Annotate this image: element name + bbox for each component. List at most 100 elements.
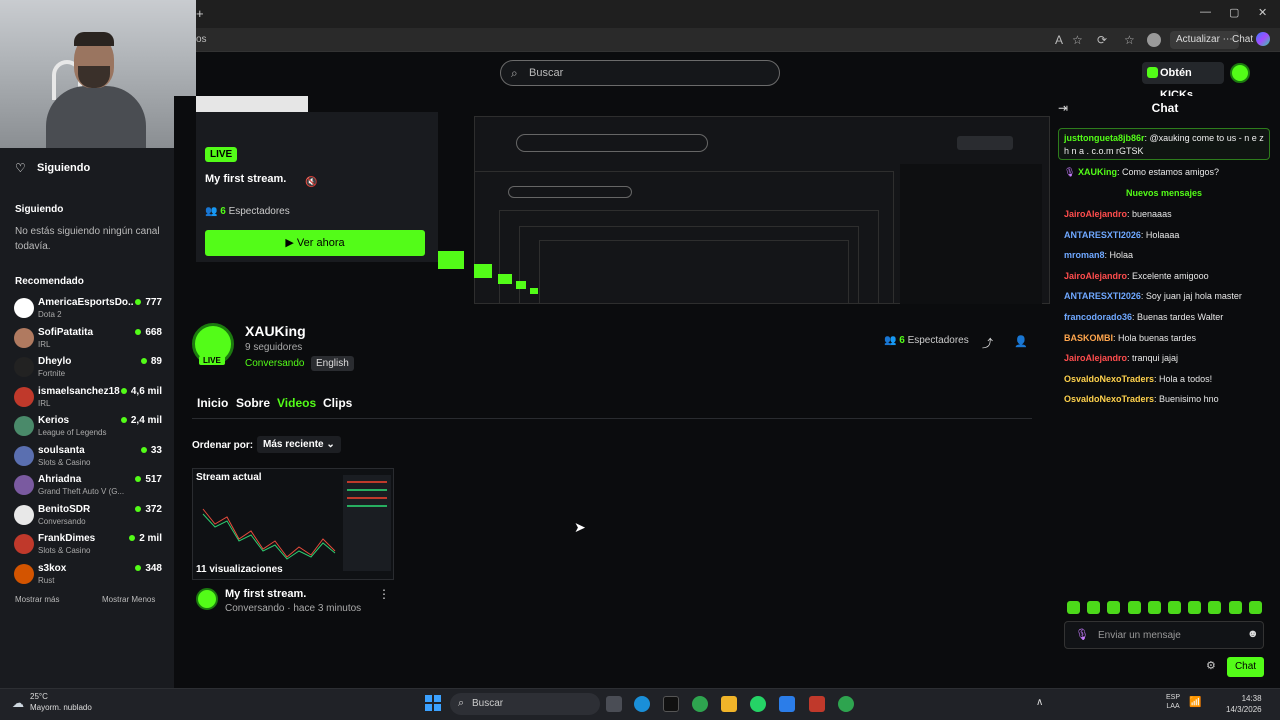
chat-input[interactable]: 🎙 Enviar un mensaje ☻	[1064, 621, 1264, 649]
watch-now-button[interactable]: ▶ Ver ahora	[205, 230, 425, 256]
language-indicator[interactable]: ESP LAA	[1166, 693, 1180, 711]
emote-icon[interactable]	[1248, 601, 1262, 614]
clock[interactable]: 14:38 14/3/2026	[1226, 693, 1262, 715]
sidebar-item[interactable]: ismaelsanchez18 IRL 4,6 mil	[14, 385, 166, 413]
emote-icon[interactable]	[1168, 601, 1181, 614]
sidebar-item[interactable]: s3kox Rust 348	[14, 562, 166, 590]
sidebar-item[interactable]: BenitoSDR Conversando 372	[14, 503, 166, 531]
address-text[interactable]: os	[196, 34, 207, 45]
whatsapp-icon[interactable]	[750, 696, 766, 712]
edge-icon[interactable]	[634, 696, 650, 712]
video-channel-avatar[interactable]	[196, 588, 218, 610]
sidebar-item[interactable]: Dheylo Fortnite 89	[14, 355, 166, 383]
following-header[interactable]: Siguiendo	[37, 162, 90, 174]
tab-videos[interactable]: Videos	[277, 396, 316, 410]
new-tab-icon[interactable]: +	[196, 6, 204, 21]
sidebar-viewers-count: 2,4 mil	[130, 415, 162, 426]
emote-icon[interactable]	[1228, 601, 1242, 614]
get-kicks-button[interactable]: Obtén KICKs	[1142, 62, 1224, 101]
read-aloud-icon[interactable]: A	[1055, 33, 1063, 47]
chat-username[interactable]: JairoAlejandro	[1064, 209, 1127, 219]
emote-icon[interactable]	[1067, 601, 1080, 614]
close-icon[interactable]: ✕	[1258, 6, 1267, 19]
wifi-icon[interactable]: 📶	[1189, 697, 1201, 708]
tradingview-icon[interactable]	[663, 696, 679, 712]
sidebar-viewers: 668	[135, 327, 162, 338]
copilot-chat-button[interactable]: Chat	[1232, 31, 1270, 49]
share-icon[interactable]: ⤴	[982, 335, 993, 351]
sidebar-item[interactable]: Ahriadna Grand Theft Auto V (G... 517	[14, 473, 166, 501]
sidebar-viewers: 2 mil	[129, 533, 162, 544]
search-input[interactable]: ⌕ Buscar	[500, 60, 780, 86]
sidebar-channel-name: AmericaEsportsDo...	[38, 297, 134, 308]
follow-icon[interactable]: 👤	[1014, 335, 1028, 348]
sort-select[interactable]: Más reciente ⌄	[257, 436, 341, 453]
sidebar-viewers-count: 668	[145, 326, 162, 338]
pinned-text: justtongueta8jb86r: @xauking come to us …	[1064, 132, 1266, 158]
chat-username[interactable]: BASKOMBI	[1064, 333, 1113, 343]
windows-start-icon[interactable]	[425, 695, 441, 711]
file-explorer-icon[interactable]	[721, 696, 737, 712]
video-tag: Stream actual	[196, 472, 262, 483]
tab-clips[interactable]: Clips	[323, 396, 352, 410]
chat-username[interactable]: mroman8	[1064, 250, 1105, 260]
live-dot-icon	[135, 564, 142, 571]
favorite-star-icon[interactable]: ☆	[1072, 33, 1083, 47]
extension-icon[interactable]: ⟳	[1097, 33, 1107, 47]
show-less-link[interactable]: Mostrar Menos	[102, 595, 155, 604]
streamer-user[interactable]: XAUKing	[1078, 167, 1117, 177]
sidebar-viewers: 89	[140, 356, 162, 367]
show-more-link[interactable]: Mostrar más	[15, 595, 59, 604]
emote-icon[interactable]	[1087, 601, 1101, 614]
emote-icon[interactable]	[1147, 601, 1161, 614]
channel-language[interactable]: English	[311, 356, 354, 371]
update-button[interactable]: Actualizar ⋯	[1170, 31, 1239, 49]
emoji-icon[interactable]: ☻	[1247, 628, 1259, 640]
chat-username[interactable]: OsvaldoNexoTraders	[1064, 374, 1154, 384]
nested-search-2	[508, 186, 632, 198]
chat-username[interactable]: ANTARESXTI2026	[1064, 230, 1141, 240]
chrome-icon[interactable]	[692, 696, 708, 712]
chat-username[interactable]: francodorado36	[1064, 312, 1132, 322]
axi-icon[interactable]	[809, 696, 825, 712]
sidebar-item[interactable]: AmericaEsportsDo... Dota 2 777	[14, 296, 166, 324]
maximize-icon[interactable]: ▢	[1229, 6, 1239, 19]
task-view-icon[interactable]	[606, 696, 622, 712]
more-options-icon[interactable]: ⋮	[378, 587, 390, 601]
chat-username[interactable]: ANTARESXTI2026	[1064, 291, 1141, 301]
chat-send-button[interactable]: Chat	[1227, 657, 1264, 677]
emote-icon[interactable]	[1127, 601, 1141, 614]
tab-inicio[interactable]: Inicio	[197, 396, 228, 410]
lang-line-1: ESP	[1166, 694, 1181, 701]
emote-icon[interactable]	[1188, 601, 1202, 614]
chat-settings-icon[interactable]: ⚙	[1206, 659, 1216, 672]
chat-username[interactable]: JairoAlejandro	[1064, 353, 1127, 363]
sidebar-channel-category: IRL	[38, 398, 51, 408]
user-avatar[interactable]	[1230, 63, 1250, 83]
chat-username[interactable]: OsvaldoNexoTraders	[1064, 394, 1154, 404]
favorites-icon[interactable]: ☆	[1124, 33, 1135, 47]
chat-text: : Holaaaa	[1140, 229, 1180, 240]
search-placeholder: Buscar	[529, 67, 564, 79]
taskbar-search[interactable]: Buscar	[450, 693, 600, 715]
mute-icon[interactable]: 🔇	[305, 177, 317, 188]
pinned-user[interactable]: justtongueta8jb86r	[1064, 133, 1145, 143]
tab-sobre[interactable]: Sobre	[236, 396, 270, 410]
app-icon[interactable]	[779, 696, 795, 712]
profile-avatar[interactable]	[1147, 33, 1161, 47]
video-title[interactable]: My first stream.	[225, 588, 306, 600]
chat-message: ANTARESXTI2026: Soy juan jaj hola master	[1064, 291, 1274, 301]
chrome-alt-icon[interactable]	[838, 696, 854, 712]
emote-icon[interactable]	[1107, 601, 1121, 614]
chat-message: ANTARESXTI2026: Holaaaa	[1064, 230, 1274, 240]
sidebar-item[interactable]: SofiPatatita IRL 668	[14, 326, 166, 354]
channel-category[interactable]: Conversando	[245, 358, 304, 369]
sidebar-item[interactable]: FrankDimes Slots & Casino 2 mil	[14, 532, 166, 560]
chat-username[interactable]: JairoAlejandro	[1064, 271, 1127, 281]
emote-icon[interactable]	[1208, 601, 1222, 614]
sidebar-item[interactable]: Kerios League of Legends 2,4 mil	[14, 414, 166, 442]
sidebar-item[interactable]: soulsanta Slots & Casino 33	[14, 444, 166, 472]
tray-chevron-icon[interactable]: ∧	[1036, 697, 1043, 708]
following-section-title: Siguiendo	[15, 204, 64, 215]
minimize-icon[interactable]: —	[1200, 6, 1211, 18]
